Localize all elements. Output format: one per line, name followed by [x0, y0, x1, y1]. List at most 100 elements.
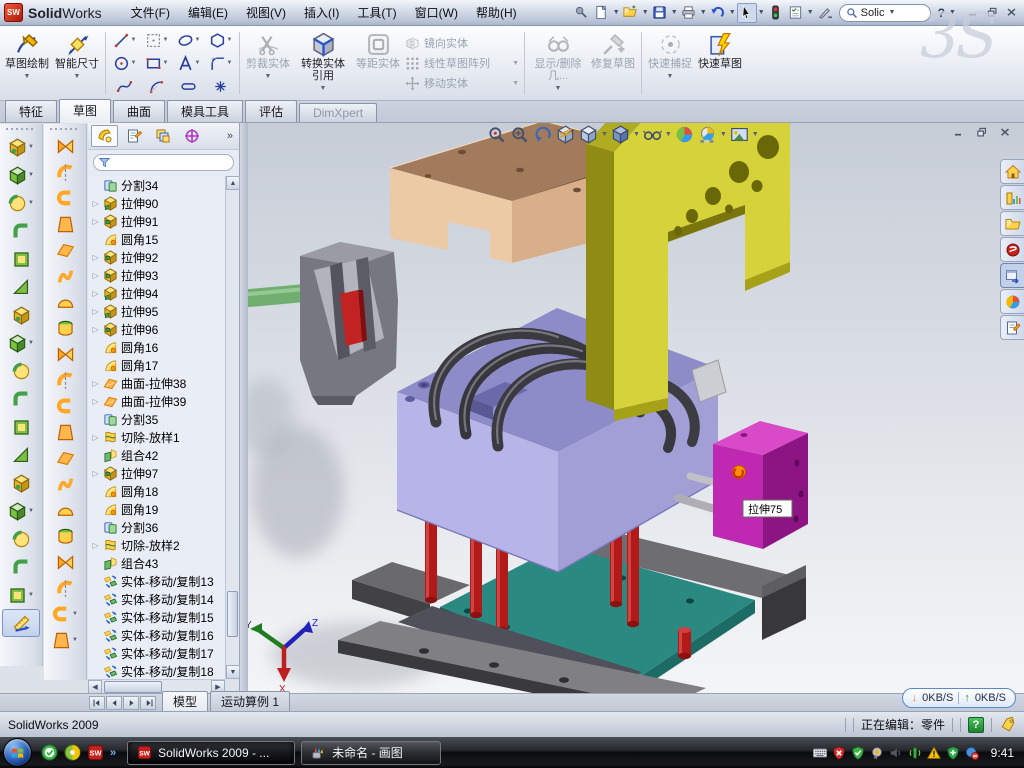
- tree-vertical-scrollbar[interactable]: ▲ ▼: [225, 176, 239, 679]
- tree-item[interactable]: ▷切除-放样1: [88, 428, 225, 446]
- search-input[interactable]: Solic▼: [839, 4, 931, 22]
- panel-overflow-button[interactable]: »: [227, 130, 236, 142]
- tree-item[interactable]: 分割36: [88, 518, 225, 536]
- dropdown-arrow-icon[interactable]: ▼: [641, 9, 650, 16]
- menu-edit[interactable]: 编辑(E): [179, 1, 237, 25]
- extend-surface-button[interactable]: [44, 263, 86, 289]
- quick-launch-solidworks[interactable]: SW: [87, 744, 104, 761]
- expand-arrow-icon[interactable]: ▷: [91, 307, 100, 316]
- planar-surface-button[interactable]: [44, 289, 86, 315]
- scroll-left-arrow[interactable]: ◀: [88, 680, 102, 693]
- expand-arrow-icon[interactable]: ▷: [91, 199, 100, 208]
- tree-item[interactable]: 组合42: [88, 446, 225, 464]
- tray-antivirus-icon[interactable]: [832, 746, 846, 760]
- tab-dimxpert[interactable]: DimXpert: [299, 103, 377, 122]
- flex-button[interactable]: [44, 315, 86, 341]
- arc-button[interactable]: [141, 75, 172, 97]
- tree-item[interactable]: ▷拉伸92: [88, 248, 225, 266]
- area-select-button[interactable]: ▼: [141, 29, 172, 51]
- pen-tool-button[interactable]: [815, 3, 835, 23]
- dropdown-arrow-icon[interactable]: ▼: [757, 9, 766, 16]
- previous-view-button[interactable]: [532, 125, 553, 144]
- section-view-button[interactable]: [555, 125, 576, 144]
- solidworks-resources-tab[interactable]: [1000, 159, 1024, 184]
- menu-window[interactable]: 窗口(W): [406, 1, 467, 25]
- tree-item[interactable]: ▷曲面-拉伸39: [88, 392, 225, 410]
- close-button[interactable]: [1005, 7, 1018, 18]
- spline-button[interactable]: [109, 75, 140, 97]
- quick-tips-help-button[interactable]: ?: [968, 717, 984, 733]
- tree-item[interactable]: ▷拉伸93: [88, 266, 225, 284]
- scroll-up-arrow[interactable]: ▲: [226, 176, 240, 190]
- scroll-down-arrow[interactable]: ▼: [226, 665, 240, 679]
- lofted-surface-button[interactable]: [44, 211, 86, 237]
- tree-item[interactable]: 实体-移动/复制18: [88, 662, 225, 679]
- save-button[interactable]: [650, 3, 670, 23]
- expand-arrow-icon[interactable]: ▷: [91, 379, 100, 388]
- tree-filter-input[interactable]: [93, 154, 234, 171]
- tray-alert-icon[interactable]: [927, 746, 941, 760]
- tray-wireless-icon[interactable]: [908, 746, 922, 760]
- menu-help[interactable]: 帮助(H): [467, 1, 526, 25]
- pin-button[interactable]: [572, 3, 592, 23]
- menu-tools[interactable]: 工具(T): [348, 1, 405, 25]
- freeform-button[interactable]: [44, 523, 86, 549]
- zoom-to-fit-button[interactable]: [486, 125, 507, 144]
- tree-item[interactable]: ▷拉伸91: [88, 212, 225, 230]
- expand-arrow-icon[interactable]: ▷: [91, 541, 100, 550]
- menu-insert[interactable]: 插入(I): [295, 1, 348, 25]
- tree-item[interactable]: 圆角16: [88, 338, 225, 356]
- spline-curve-button[interactable]: ▼: [44, 627, 86, 653]
- model-pin-short[interactable]: [678, 627, 691, 659]
- reference-point-button[interactable]: ▼: [44, 601, 86, 627]
- curve-button[interactable]: ▼: [0, 581, 42, 609]
- tree-item[interactable]: ▷拉伸90: [88, 194, 225, 212]
- select-cursor-button[interactable]: [737, 3, 757, 23]
- tab-motion-study[interactable]: 运动算例 1: [210, 691, 290, 711]
- toolbar-drag-handle[interactable]: [6, 125, 36, 132]
- tree-item[interactable]: 圆角17: [88, 356, 225, 374]
- boundary-surface-button[interactable]: [44, 237, 86, 263]
- tray-volume-icon[interactable]: [889, 746, 903, 760]
- new-document-button[interactable]: [592, 3, 612, 23]
- point-button[interactable]: [205, 75, 236, 97]
- smart-dimension-button[interactable]: 智能尺寸▼: [52, 28, 102, 98]
- tree-item[interactable]: ▷拉伸95: [88, 302, 225, 320]
- mirror-feature-button[interactable]: [0, 385, 42, 413]
- rebuild-button[interactable]: [766, 3, 786, 23]
- ellipse-button[interactable]: ▼: [173, 29, 204, 51]
- expand-arrow-icon[interactable]: ▷: [91, 325, 100, 334]
- dimxpertmanager-tab[interactable]: [178, 125, 205, 147]
- zoom-to-area-button[interactable]: [509, 125, 530, 144]
- tree-item[interactable]: 实体-移动/复制14: [88, 590, 225, 608]
- document-close-button[interactable]: [998, 127, 1012, 138]
- tree-item[interactable]: ▷拉伸96: [88, 320, 225, 338]
- rapid-sketch-button[interactable]: 快速草图: [695, 28, 745, 98]
- line-button[interactable]: ▼: [109, 29, 140, 51]
- wrap-button[interactable]: [44, 445, 86, 471]
- combine-bodies-button[interactable]: [0, 413, 42, 441]
- tab-features[interactable]: 特征: [5, 100, 57, 122]
- help-button[interactable]: ?: [935, 6, 948, 20]
- undo-button[interactable]: [708, 3, 728, 23]
- expand-arrow-icon[interactable]: ▷: [91, 469, 100, 478]
- tree-item[interactable]: 实体-移动/复制15: [88, 608, 225, 626]
- expand-arrow-icon[interactable]: ▷: [91, 289, 100, 298]
- file-explorer-tab[interactable]: [1000, 211, 1024, 236]
- expand-arrow-icon[interactable]: ▷: [91, 217, 100, 226]
- plane-button[interactable]: [0, 525, 42, 553]
- tree-item[interactable]: 实体-移动/复制17: [88, 644, 225, 662]
- swept-boss-button[interactable]: [0, 217, 42, 245]
- appearances-scenes-tab[interactable]: [1000, 289, 1024, 314]
- display-delete-relations-button[interactable]: 显示/删除几...▼: [528, 28, 588, 98]
- model-magenta-block[interactable]: [713, 421, 808, 549]
- document-minimize-button[interactable]: [952, 127, 966, 138]
- tree-item[interactable]: 实体-移动/复制16: [88, 626, 225, 644]
- propertymanager-tab[interactable]: [120, 125, 147, 147]
- tray-keyboard-icon[interactable]: [813, 746, 827, 760]
- tab-sketch[interactable]: 草图: [59, 99, 111, 123]
- pipe-route-button[interactable]: [44, 367, 86, 393]
- taskbar-window-solidworks[interactable]: SWSolidWorks 2009 - ...: [127, 741, 295, 765]
- expand-arrow-icon[interactable]: ▷: [91, 271, 100, 280]
- display-style-button[interactable]: [610, 125, 631, 144]
